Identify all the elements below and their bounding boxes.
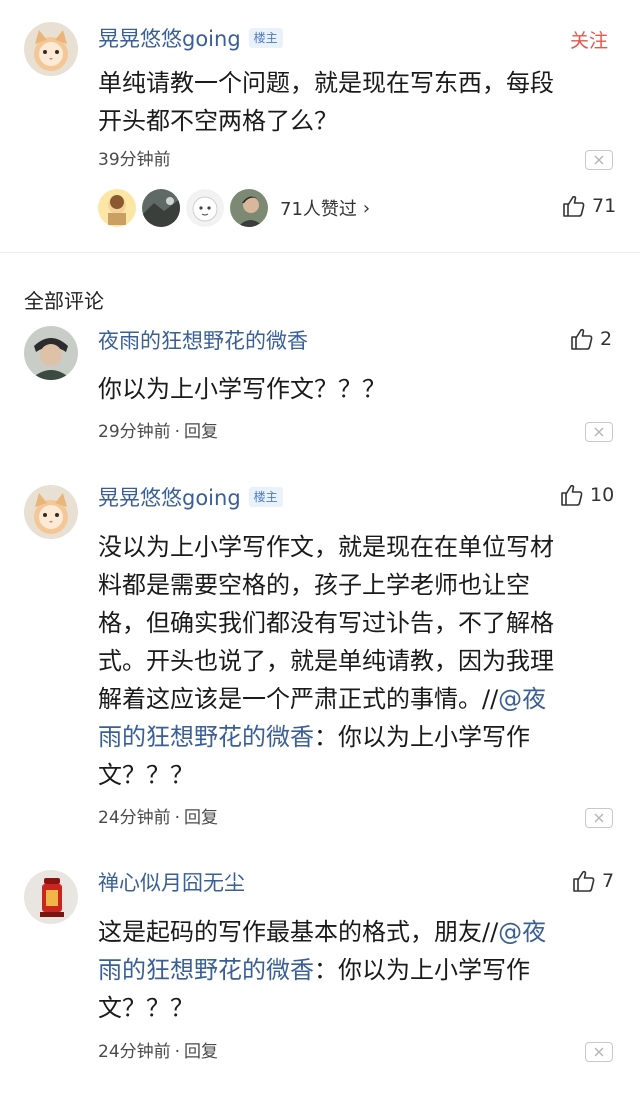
thumbs-up-icon [563,195,585,217]
comment-like-count: 10 [590,484,615,506]
thumbs-up-icon [573,870,595,892]
commenter-name[interactable]: 夜雨的狂想野花的微香 [98,327,308,355]
commenter-name-label: 晃晃悠悠going [98,486,241,510]
mention-link[interactable]: @夜 [498,918,546,946]
commenter-avatar[interactable] [24,870,78,924]
reply-button[interactable]: 回复 [184,422,218,442]
post-author-name[interactable]: 晃晃悠悠going 楼主 [98,25,283,53]
comment-time: 29分钟前 [98,422,171,442]
comment-like-button[interactable]: 2 [570,327,612,351]
mention-link[interactable]: 雨的狂想野花的微香 [98,956,314,984]
thumbs-up-icon [561,484,583,506]
comment-like-button[interactable]: 7 [572,869,614,893]
comment-text-plain: 解着这应该是一个严肃正式的事情。// [98,685,499,713]
liker-avatar [186,189,224,227]
all-comments-title: 全部评论 [24,289,104,313]
liker-avatar [98,189,136,227]
comment-text: 这是起码的写作最基本的格式，朋友//@夜 雨的狂想野花的微香：你以为上小学写作 … [98,913,628,1027]
thumbs-up-icon [571,328,593,350]
reply-button[interactable]: 回复 [184,808,218,828]
dismiss-comment-button[interactable] [585,808,613,828]
meta-separator: · [174,1042,181,1062]
liker-avatar [142,189,180,227]
close-icon [594,813,604,823]
op-badge: 楼主 [248,28,283,48]
post-text-line: 单纯请教一个问题，就是现在写东西，每段 [98,69,554,97]
meta-separator: · [174,808,181,828]
comment-meta: 24分钟前 · 回复 [98,1041,218,1063]
comment-text-line: 料都是需要空格的，孩子上学老师也让空 [98,571,530,599]
comment-text-line: 式。开头也说了，就是单纯请教，因为我理 [98,647,554,675]
comment-meta: 24分钟前 · 回复 [98,807,218,829]
commenter-avatar[interactable] [24,485,78,539]
comment-like-count: 7 [602,870,615,892]
comment-text-line: 你以为上小学写作文？？？ [98,375,386,403]
comment-like-button[interactable]: 10 [560,483,614,507]
likers-row[interactable]: 71人赞过 › [98,188,370,228]
author-avatar[interactable] [24,22,78,76]
close-icon [594,427,604,437]
commenter-name[interactable]: 晃晃悠悠going 楼主 [98,484,283,512]
commenter-name[interactable]: 禅心似月囧无尘 [98,869,245,897]
chevron-right-icon: › [362,197,371,219]
op-badge: 楼主 [248,487,283,507]
comment-text-plain: ：你以为上小学写作 [314,723,530,751]
close-icon [594,155,604,165]
comment-text-line: 这是起码的写作最基本的格式，朋友//@夜 [98,913,628,951]
section-divider [0,252,640,253]
comment-text-line: 格，但确实我们都没有写过讣告，不了解格 [98,609,554,637]
follow-button[interactable]: 关注 [570,26,608,53]
commenter-avatar[interactable] [24,326,78,380]
mention-link[interactable]: 雨的狂想野花的微香 [98,723,314,751]
comment-text-plain: 这是起码的写作最基本的格式，朋友// [98,918,499,946]
dismiss-comment-button[interactable] [585,1042,613,1062]
post-like-button[interactable]: 71 [562,194,616,218]
comment-text: 没以为上小学写作文，就是现在在单位写材 料都是需要空格的，孩子上学老师也让空 格… [98,528,628,794]
comment-time: 24分钟前 [98,1042,171,1062]
comment-text-line: 文？？？ [98,761,194,789]
mention-link[interactable]: @夜 [498,685,546,713]
post-time: 39分钟前 [98,150,171,170]
comment-like-count: 2 [600,328,613,350]
liker-avatar [230,189,268,227]
comment-text-line: 雨的狂想野花的微香：你以为上小学写作 [98,951,628,989]
comment-text: 你以为上小学写作文？？？ [98,370,618,408]
post-author-label: 晃晃悠悠going [98,27,241,51]
dismiss-comment-button[interactable] [585,422,613,442]
comment-time: 24分钟前 [98,808,171,828]
comment-meta: 29分钟前 · 回复 [98,421,218,443]
comment-text-line: 解着这应该是一个严肃正式的事情。//@夜 [98,680,628,718]
post-text-line: 开头都不空两格了么？ [98,107,338,135]
dismiss-post-button[interactable] [585,150,613,170]
close-icon [594,1047,604,1057]
comment-text-line: 雨的狂想野花的微香：你以为上小学写作 [98,718,628,756]
reply-button[interactable]: 回复 [184,1042,218,1062]
comment-text-line: 没以为上小学写作文，就是现在在单位写材 [98,533,554,561]
comment-text-plain: ：你以为上小学写作 [314,956,530,984]
likers-count-label: 71人赞过 [280,199,357,220]
post-like-count: 71 [592,195,617,217]
post-text: 单纯请教一个问题，就是现在写东西，每段 开头都不空两格了么？ [98,64,618,140]
meta-separator: · [174,422,181,442]
comment-text-line: 文？？？ [98,994,194,1022]
